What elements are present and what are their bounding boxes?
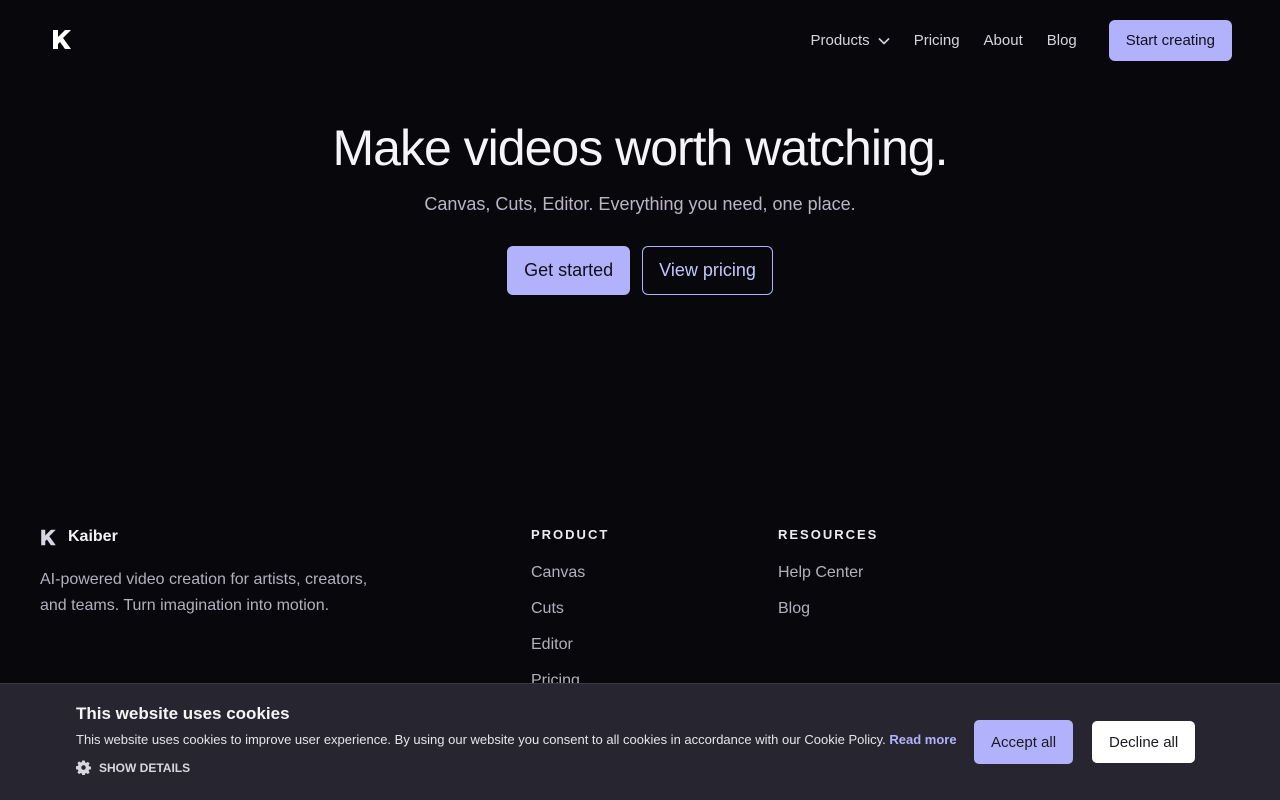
hero-section: Make videos worth watching. Canvas, Cuts… <box>0 118 1280 295</box>
get-started-button[interactable]: Get started <box>507 246 631 295</box>
kaiber-logo-icon <box>41 529 56 545</box>
decline-all-button[interactable]: Decline all <box>1092 721 1196 763</box>
read-more-link[interactable]: Read more <box>889 732 956 747</box>
cookie-text-line: This website uses cookies to improve use… <box>76 732 957 747</box>
footer-column-product: PRODUCT Canvas Cuts Editor Pricing <box>531 528 609 707</box>
hero-title: Make videos worth watching. <box>332 120 949 176</box>
footer-link-help-center[interactable]: Help Center <box>778 563 878 583</box>
footer-link-editor[interactable]: Editor <box>531 635 609 655</box>
nav-products[interactable]: Products <box>810 32 890 49</box>
nav-pricing[interactable]: Pricing <box>914 32 960 49</box>
footer-brand[interactable]: Kaiber <box>40 528 118 546</box>
show-details-label: SHOW DETAILS <box>99 760 191 775</box>
nav-about[interactable]: About <box>984 32 1023 49</box>
accept-all-button[interactable]: Accept all <box>974 720 1074 764</box>
cookie-banner: This website uses cookies This website u… <box>0 683 1280 800</box>
chevron-down-icon <box>878 37 890 45</box>
nav-products-label: Products <box>810 32 870 49</box>
brand-description: AI-powered video creation for artists, c… <box>40 571 368 614</box>
footer-column-resources: RESOURCES Help Center Blog <box>778 528 878 635</box>
view-pricing-button[interactable]: View pricing <box>642 246 773 295</box>
cookie-description: This website uses cookies to improve use… <box>76 732 886 747</box>
kaiber-logo-icon[interactable] <box>52 29 72 50</box>
gear-icon <box>76 760 91 775</box>
show-details-toggle[interactable]: SHOW DETAILS <box>76 760 190 775</box>
start-creating-button[interactable]: Start creating <box>1108 20 1232 61</box>
cookie-title: This website uses cookies <box>76 704 290 723</box>
main-nav: Products Pricing About Blog Start creati… <box>810 20 1232 61</box>
footer-link-blog[interactable]: Blog <box>778 599 878 619</box>
footer-links-product: Canvas Cuts Editor Pricing <box>531 563 609 691</box>
footer-link-cuts[interactable]: Cuts <box>531 599 609 619</box>
page: Products Pricing About Blog Start creati… <box>0 0 1280 800</box>
hero-subtitle: Canvas, Cuts, Editor. Everything you nee… <box>424 194 856 214</box>
footer-link-canvas[interactable]: Canvas <box>531 563 609 583</box>
footer-links-resources: Help Center Blog <box>778 563 878 619</box>
site-footer: Kaiber AI-powered video creation for art… <box>0 528 1280 690</box>
nav-blog[interactable]: Blog <box>1047 32 1077 49</box>
site-header: Products Pricing About Blog Start creati… <box>0 0 1280 80</box>
hero-buttons: Get started View pricing <box>0 246 1280 295</box>
footer-heading-product: PRODUCT <box>531 527 610 542</box>
brand-name: Kaiber <box>68 528 118 545</box>
footer-heading-resources: RESOURCES <box>778 527 879 542</box>
